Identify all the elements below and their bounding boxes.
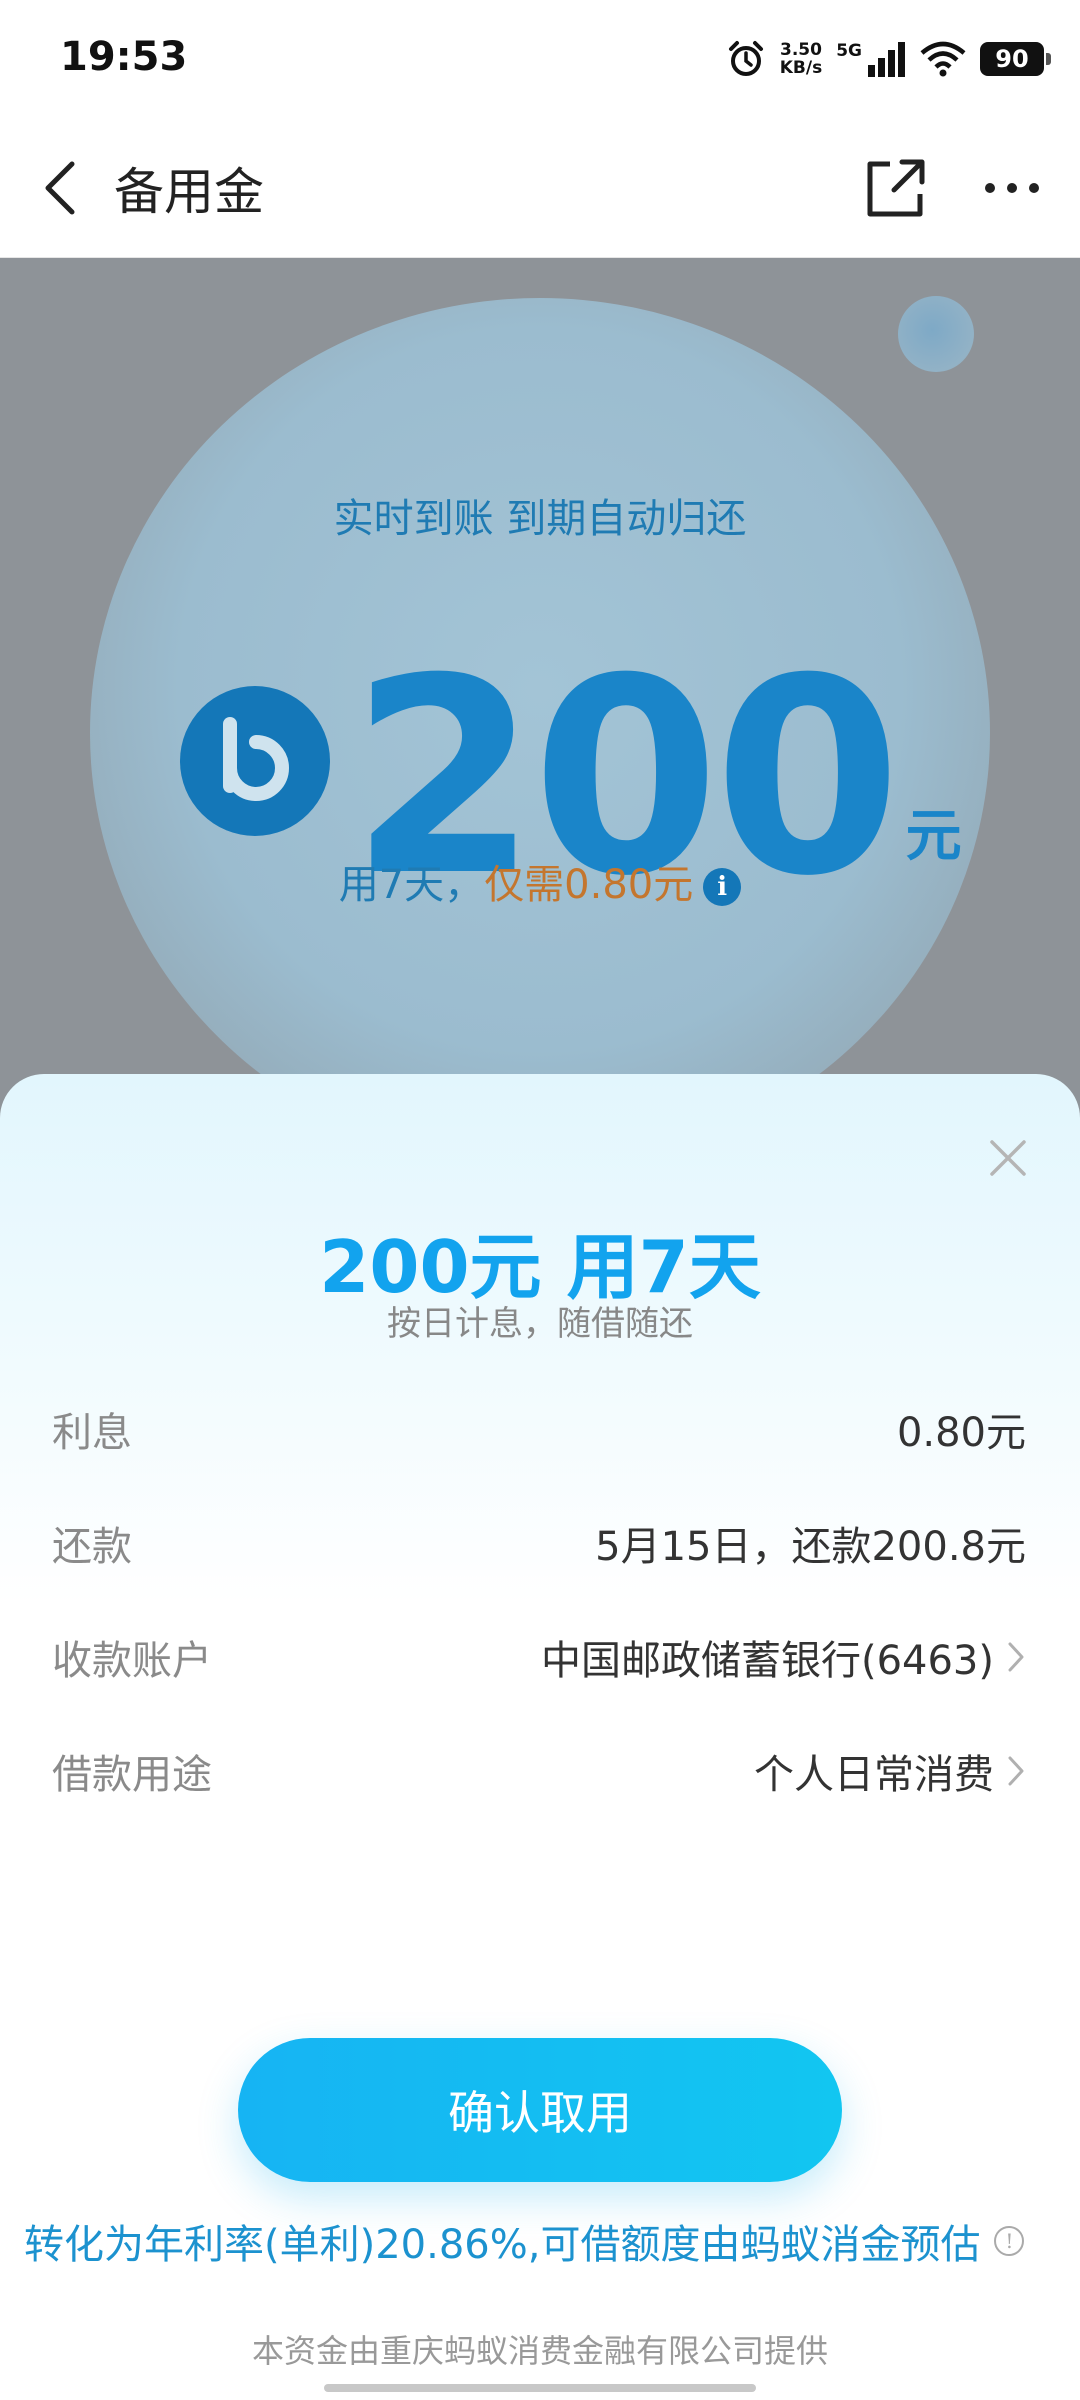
rate-info-icon[interactable]: !	[994, 2226, 1025, 2256]
back-arrow-icon[interactable]	[36, 156, 96, 220]
account-value: 中国邮政储蓄银行(6463)	[540, 1638, 994, 1684]
background-duration: 用7天，	[338, 862, 485, 908]
detail-label: 收款账户	[52, 1638, 212, 1684]
detail-value: 中国邮政储蓄银行(6463)	[541, 1628, 1026, 1686]
background-subline: 用7天，仅需0.80元 i	[0, 852, 1080, 910]
detail-value: 0.80元	[897, 1400, 1026, 1458]
detail-row-repayment: 还款 5月15日，还款200.8元	[52, 1508, 1026, 1578]
repayment-value: 5月15日，还款200.8元	[595, 1524, 1026, 1570]
detail-row-purpose[interactable]: 借款用途 个人日常消费	[52, 1736, 1026, 1806]
status-bar: 19:53 3.50 KB/s 5G 90	[0, 0, 1080, 118]
alarm-icon	[728, 41, 763, 76]
more-icon[interactable]	[980, 164, 1044, 212]
provider-note: 本资金由重庆蚂蚁消费金融有限公司提供	[251, 2332, 828, 2370]
nav-bar: 备用金	[0, 118, 1080, 258]
chevron-right-icon	[1008, 1756, 1024, 1786]
close-icon[interactable]	[986, 1136, 1030, 1180]
network-type: 5G	[836, 41, 862, 61]
purpose-value: 个人日常消费	[754, 1752, 994, 1798]
wifi-icon	[920, 41, 966, 77]
detail-row-interest: 利息 0.80元	[52, 1394, 1026, 1464]
network-speed-value: 3.50	[779, 40, 822, 60]
detail-value: 个人日常消费	[754, 1742, 1026, 1800]
share-icon[interactable]	[860, 152, 932, 224]
signal-icon	[868, 42, 905, 77]
detail-row-account[interactable]: 收款账户 中国邮政储蓄银行(6463)	[52, 1622, 1026, 1692]
detail-value: 5月15日，还款200.8元	[595, 1514, 1026, 1572]
status-icons: 3.50 KB/s 5G 90	[726, 34, 1051, 84]
background-overlay[interactable]: 实时到账 到期自动归还 200 元 用7天，仅需0.80元 i	[0, 258, 1080, 1158]
detail-label: 借款用途	[52, 1752, 212, 1798]
confirm-sheet: 200元 用7天 按日计息，随借随还 利息 0.80元 还款 5月15日，还款2…	[0, 1074, 1080, 2400]
chevron-right-icon	[1008, 1642, 1024, 1672]
detail-label: 还款	[52, 1524, 132, 1570]
status-time: 19:53	[60, 34, 188, 80]
network-speed-unit: KB/s	[779, 58, 823, 78]
network-speed: 3.50 KB/s	[780, 41, 822, 77]
brand-logo-icon	[180, 686, 330, 836]
home-indicator[interactable]	[324, 2384, 756, 2392]
interest-value: 0.80元	[896, 1410, 1026, 1456]
rate-note: 转化为年利率(单利)20.86%,可借额度由蚂蚁消金预估 !	[24, 2212, 1064, 2270]
info-icon[interactable]: i	[703, 868, 742, 906]
sheet-subtitle: 按日计息，随借随还	[387, 1304, 693, 1344]
confirm-button[interactable]: 确认取用	[238, 2038, 842, 2182]
decor-bubble-small	[898, 296, 974, 372]
battery-indicator: 90	[980, 42, 1051, 76]
rate-note-text: 转化为年利率(单利)20.86%,可借额度由蚂蚁消金预估	[24, 2222, 981, 2268]
background-cost: 仅需0.80元	[484, 862, 694, 908]
background-tagline: 实时到账 到期自动归还	[333, 496, 747, 542]
detail-label: 利息	[52, 1410, 132, 1456]
page-title: 备用金	[114, 163, 264, 221]
